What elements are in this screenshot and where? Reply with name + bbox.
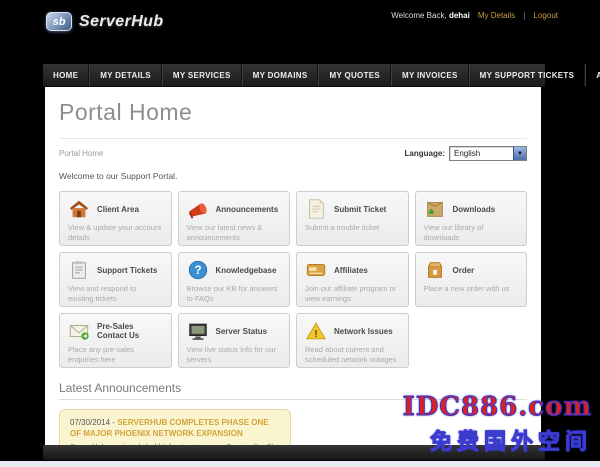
nav-item-my-support-tickets[interactable]: MY SUPPORT TICKETS (468, 64, 586, 86)
tile-downloads[interactable]: Downloads View our library of downloads (414, 191, 527, 246)
username: dehai (448, 10, 470, 20)
language-group: Language: English ▼ (405, 146, 527, 161)
tile-description: View live status info for our servers (186, 345, 277, 364)
brand-name: ServerHub (79, 12, 164, 30)
my-details-link[interactable]: My Details (478, 11, 515, 20)
main-container: HOME MY DETAILS MY SERVICES MY DOMAINS M… (43, 64, 600, 460)
tile-affiliates[interactable]: Affiliates Join our affiliate program or… (296, 252, 409, 307)
portal-tiles-grid: Client Area View & update your account d… (59, 191, 527, 368)
announcement-item[interactable]: 07/30/2014 - SERVERHUB COMPLETES PHASE O… (59, 409, 291, 445)
tile-announcements[interactable]: Announcements View our latest news & ann… (177, 191, 290, 246)
main-nav: HOME MY DETAILS MY SERVICES MY DOMAINS M… (43, 64, 600, 87)
link-separator: | (523, 10, 526, 20)
nav-item-my-services[interactable]: MY SERVICES (161, 64, 242, 86)
house-icon (68, 198, 90, 220)
welcome-message: Welcome to our Support Portal. (59, 171, 178, 181)
tile-server-status[interactable]: Server Status View live status info for … (177, 313, 290, 368)
tile-order[interactable]: Order Place a new order with us (414, 252, 527, 307)
card-icon (305, 259, 327, 281)
tile-knowledgebase[interactable]: ? Knowledgebase Browse our KB for answer… (177, 252, 290, 307)
box-icon (424, 259, 446, 281)
tile-title: Support Tickets (97, 265, 158, 275)
tile-description: View our library of downloads (423, 223, 484, 242)
nav-item-affiliates[interactable]: AFFILIATES (585, 64, 600, 86)
tile-title: Affiliates (334, 265, 368, 275)
announcement-date: 07/30/2014 (70, 418, 111, 427)
breadcrumb-row: Portal Home Language: English ▼ (59, 139, 527, 167)
nav-item-my-invoices[interactable]: MY INVOICES (391, 64, 469, 86)
tile-support-tickets[interactable]: Support Tickets View and respond to exis… (59, 252, 172, 307)
server-icon (187, 320, 209, 342)
tile-description: View & update your account details (68, 223, 162, 242)
nav-item-my-quotes[interactable]: MY QUOTES (318, 64, 392, 86)
tile-title: Server Status (215, 326, 268, 336)
tile-description: Read about current and scheduled network… (305, 345, 397, 364)
tile-title: Announcements (215, 204, 279, 214)
nav-item-my-details[interactable]: MY DETAILS (89, 64, 162, 86)
svg-text:?: ? (194, 263, 201, 277)
tile-description: Join our affiliate program or view earni… (305, 284, 397, 303)
tile-title: Submit Ticket (334, 204, 387, 214)
tile-title: Knowledgebase (215, 265, 277, 275)
breadcrumb[interactable]: Portal Home (59, 149, 103, 158)
top-header: sb ServerHub Welcome Back, dehai My Deta… (0, 0, 600, 62)
chevron-down-icon[interactable]: ▼ (513, 147, 526, 160)
footer-bar (43, 445, 545, 460)
tile-description: View our latest news & announcements (186, 223, 263, 242)
tile-submit-ticket[interactable]: Submit Ticket Submit a trouble ticket (296, 191, 409, 246)
announcements-heading: Latest Announcements (59, 381, 527, 400)
warning-icon: ! (305, 320, 327, 342)
tile-title: Pre-Sales Contact Us (97, 322, 140, 340)
page-title: Portal Home (59, 87, 527, 139)
envelope-icon (68, 320, 90, 342)
tile-client-area[interactable]: Client Area View & update your account d… (59, 191, 172, 246)
tile-description: Submit a trouble ticket (305, 223, 380, 232)
svg-text:!: ! (314, 329, 317, 340)
user-area: Welcome Back, dehai My Details | Logout (391, 10, 558, 20)
language-label: Language: (404, 149, 445, 158)
tile-description: Place any pre-sales enquiries here (68, 345, 134, 364)
tile-title: Client Area (97, 204, 139, 214)
welcome-text: Welcome Back, dehai (391, 10, 470, 20)
tile-title: Order (452, 265, 475, 275)
nav-item-my-domains[interactable]: MY DOMAINS (241, 64, 319, 86)
announcement-excerpt: ServerHub, a privately held Infrastructu… (70, 442, 280, 445)
notes-icon (68, 259, 90, 281)
language-selected-value: English (454, 149, 481, 158)
content-area: Portal Home Portal Home Language: Englis… (45, 87, 541, 445)
tile-description: View and respond to existing tickets (68, 284, 137, 303)
serverhub-logo[interactable]: sb ServerHub (46, 12, 164, 31)
tile-pre-sales-contact-us[interactable]: Pre-Sales Contact Us Place any pre-sales… (59, 313, 172, 368)
announcement-separator: - (112, 418, 115, 427)
megaphone-icon (187, 198, 209, 220)
announcement-title-line: 07/30/2014 - SERVERHUB COMPLETES PHASE O… (70, 418, 280, 440)
tile-description: Place a new order with us (423, 284, 510, 293)
bottom-strip (0, 461, 600, 467)
tile-title: Network Issues (334, 326, 393, 336)
nav-item-home[interactable]: HOME (43, 64, 90, 86)
ticket-icon (305, 198, 327, 220)
tile-description: Browse our KB for answers to FAQs (186, 284, 278, 303)
logout-link[interactable]: Logout (534, 11, 558, 20)
question-icon: ? (187, 259, 209, 281)
serverhub-logo-icon: sb (46, 12, 72, 31)
tile-network-issues[interactable]: ! Network Issues Read about current and … (296, 313, 409, 368)
language-select[interactable]: English ▼ (449, 146, 527, 161)
downloads-icon (424, 198, 446, 220)
tile-title: Downloads (452, 204, 496, 214)
